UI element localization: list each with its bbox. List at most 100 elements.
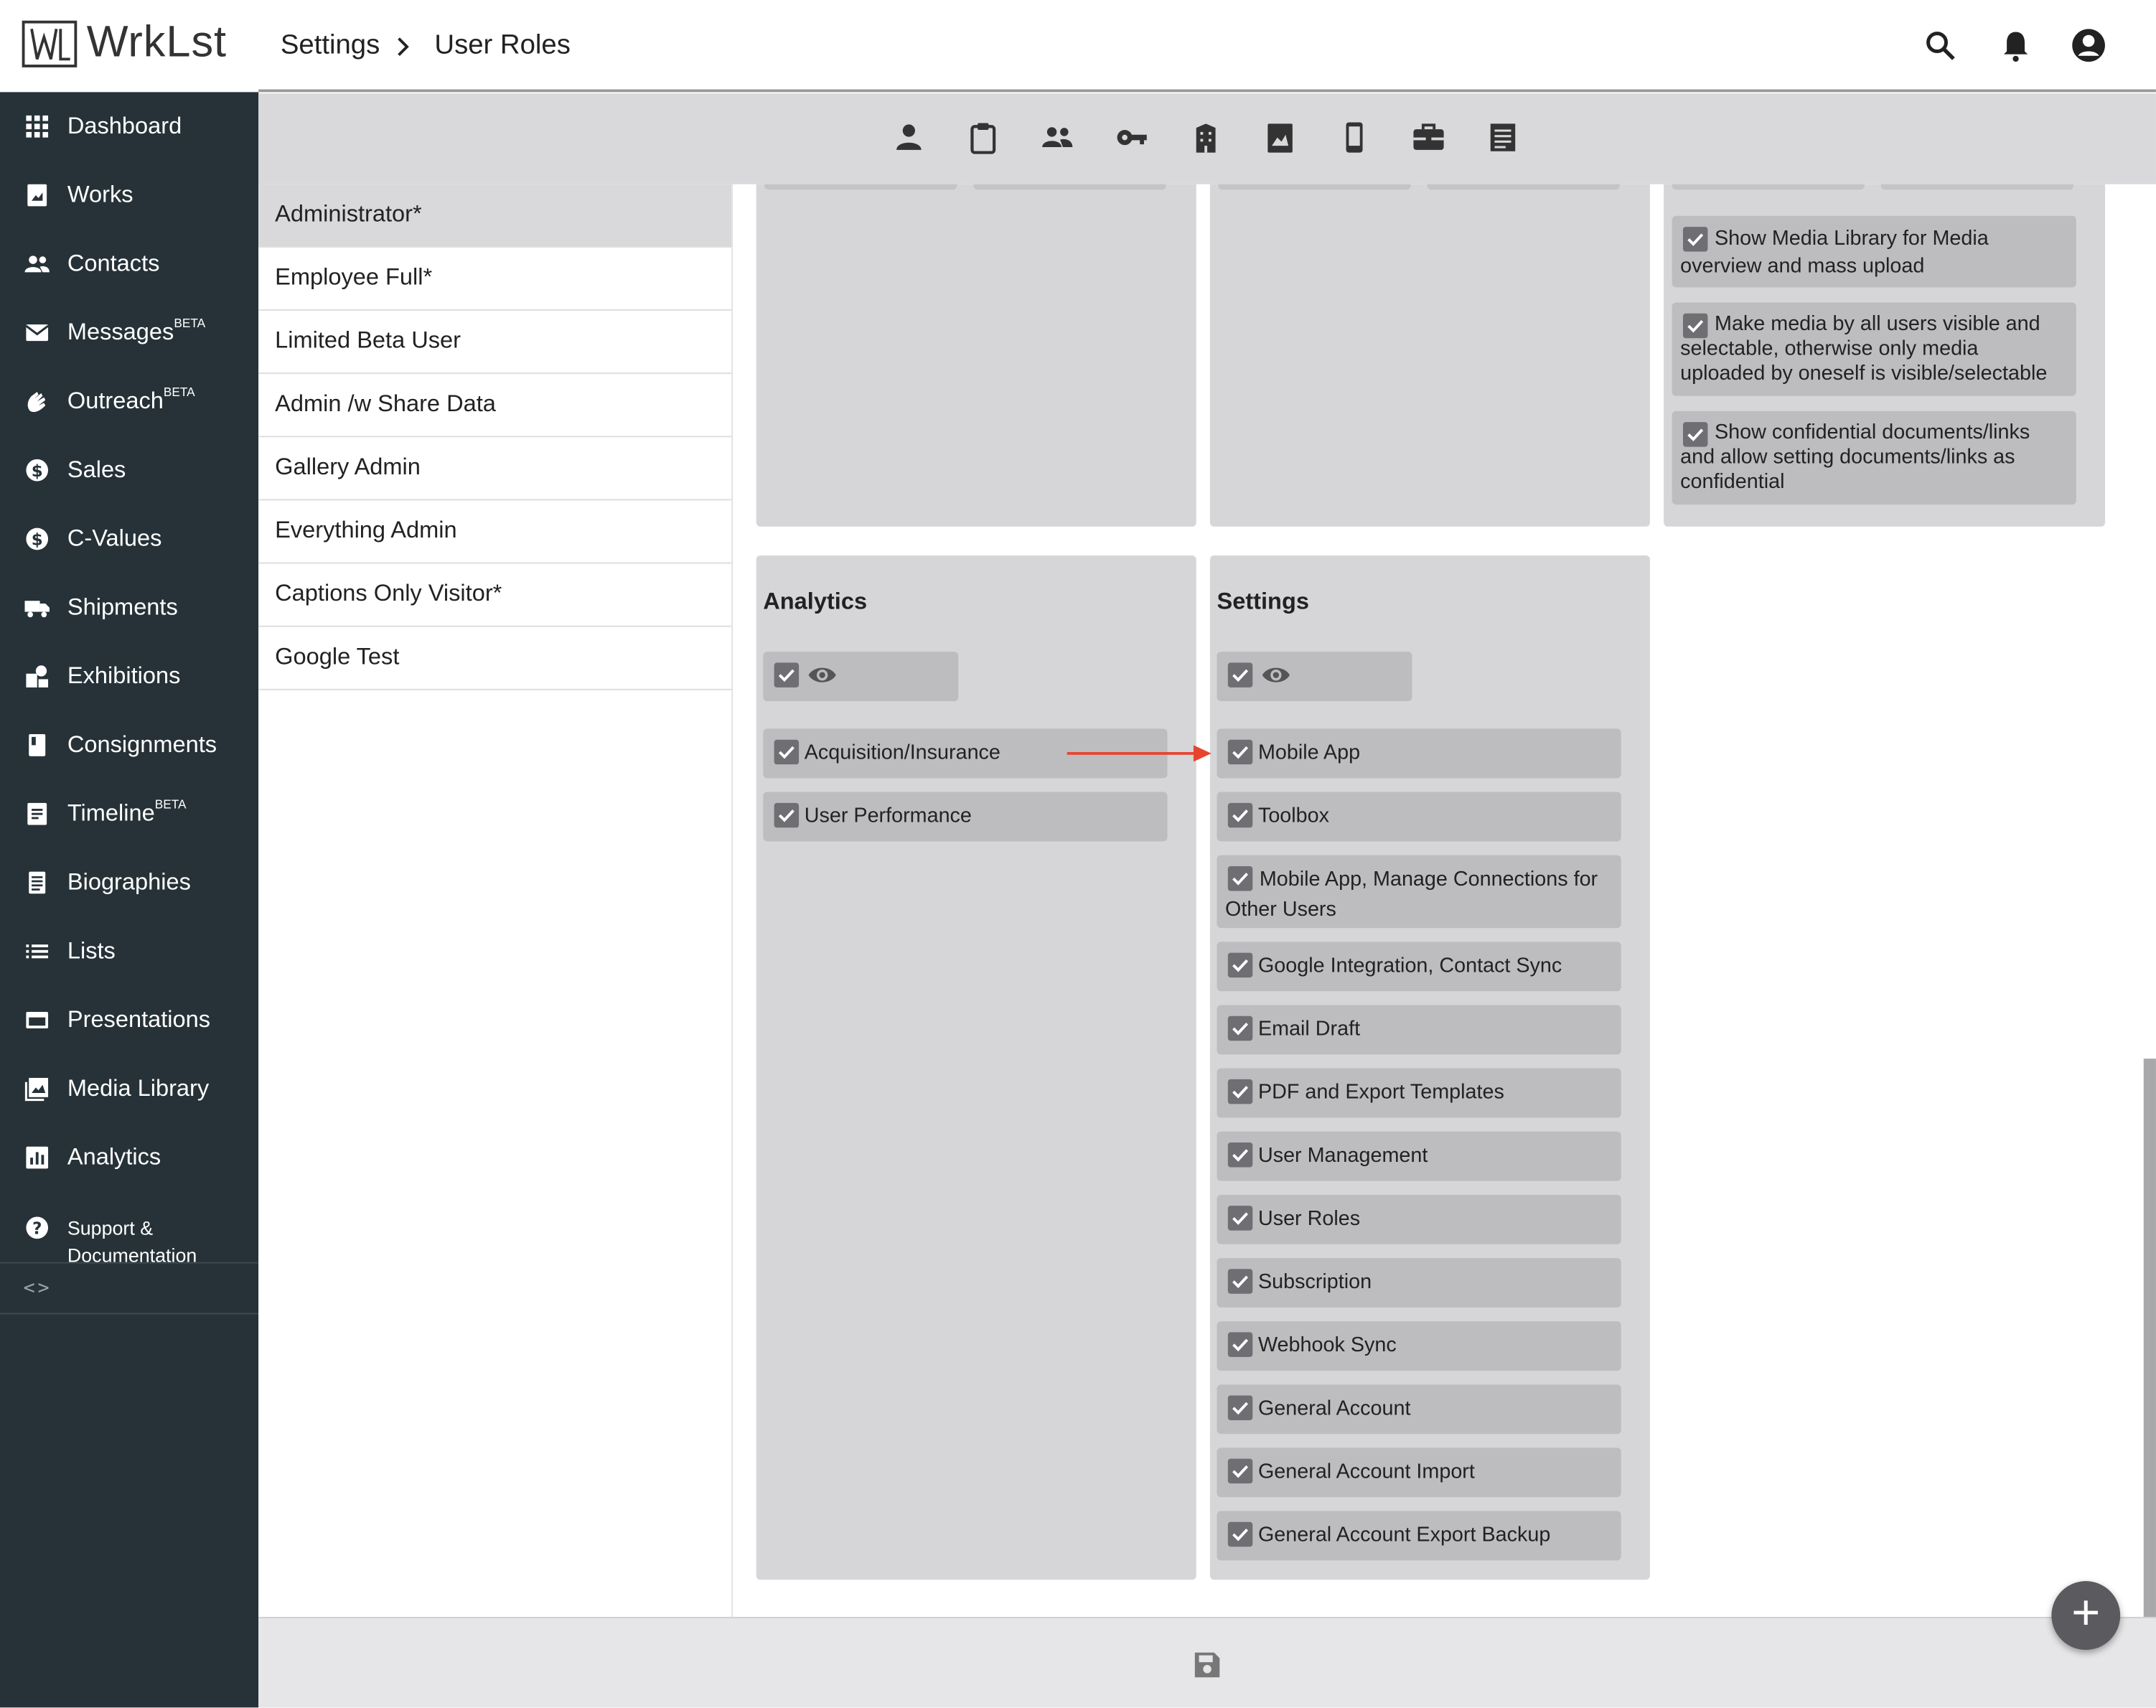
view-toggle-chip[interactable] xyxy=(763,652,959,702)
permission-chip[interactable]: Webhook Sync xyxy=(1217,1321,1621,1371)
person-icon[interactable] xyxy=(892,121,925,154)
sidebar-item-exhibitions[interactable]: Exhibitions xyxy=(0,642,258,711)
sidebar-item-sales[interactable]: $ Sales xyxy=(0,436,258,505)
sidebar-item-label: C-Values xyxy=(67,525,162,552)
check-icon xyxy=(1232,1402,1249,1415)
sidebar-item-timeline[interactable]: TimelineBETA xyxy=(0,779,258,848)
permission-chip[interactable]: User Roles xyxy=(1217,1194,1621,1244)
sidebar-item-analytics[interactable]: Analytics xyxy=(0,1123,258,1192)
checkbox[interactable] xyxy=(1227,1458,1253,1484)
permission-chip[interactable]: User Performance xyxy=(763,792,1168,842)
group-icon[interactable] xyxy=(1041,121,1074,154)
sidebar-item-c-values[interactable]: $ C-Values xyxy=(0,505,258,573)
sidebar-item-label: Sales xyxy=(67,456,126,483)
permission-chip[interactable]: Make media by all users visible and sele… xyxy=(1672,302,2076,396)
save-icon[interactable] xyxy=(1194,1651,1221,1679)
role-item[interactable]: Administrator* xyxy=(258,184,732,248)
checkbox[interactable] xyxy=(1227,1079,1253,1104)
role-item[interactable]: Gallery Admin xyxy=(258,437,732,501)
role-item[interactable]: Admin /w Share Data xyxy=(258,374,732,438)
checkbox[interactable] xyxy=(1227,1206,1253,1231)
sidebar-item-shipments[interactable]: Shipments xyxy=(0,573,258,642)
permission-chip[interactable]: Show confidential documents/links and al… xyxy=(1672,410,2076,505)
checkbox[interactable] xyxy=(1227,952,1253,978)
check-icon xyxy=(778,669,795,682)
permission-chip[interactable]: General Account xyxy=(1217,1384,1621,1435)
role-item[interactable]: Employee Full* xyxy=(258,248,732,311)
permission-chip[interactable]: User Management xyxy=(1217,1131,1621,1181)
sidebar-item-outreach[interactable]: OutreachBETA xyxy=(0,367,258,436)
sidebar-item-lists[interactable]: Lists xyxy=(0,917,258,986)
permission-chip[interactable]: Email Draft xyxy=(1217,1005,1621,1055)
checkbox[interactable] xyxy=(1227,1395,1253,1421)
roles-list: Administrator* Employee Full* Limited Be… xyxy=(258,184,733,1617)
chevron-right-icon xyxy=(398,37,409,56)
chip-stub xyxy=(1672,184,1865,190)
role-item[interactable]: Everything Admin xyxy=(258,500,732,564)
phone-icon[interactable] xyxy=(1338,121,1371,154)
bell-icon[interactable] xyxy=(1998,27,2034,63)
permission-chip[interactable]: Toolbox xyxy=(1217,792,1621,842)
role-item[interactable]: Captions Only Visitor* xyxy=(258,563,732,627)
scrollbar[interactable] xyxy=(2143,1059,2156,1623)
sidebar-item-media-library[interactable]: Media Library xyxy=(0,1054,258,1123)
sidebar-item-consignments[interactable]: Consignments xyxy=(0,710,258,779)
sidebar-item-dashboard[interactable]: Dashboard xyxy=(0,92,258,161)
role-item[interactable]: Limited Beta User xyxy=(258,311,732,375)
collapse-sidebar-icon[interactable]: <> xyxy=(24,1277,52,1300)
permission-chip[interactable]: Mobile App, Manage Connections for Other… xyxy=(1217,855,1621,929)
check-icon xyxy=(1232,669,1249,682)
checkbox[interactable] xyxy=(774,739,800,765)
permission-chip[interactable]: General Account Export Backup xyxy=(1217,1511,1621,1561)
checkbox[interactable] xyxy=(774,802,800,828)
building-icon[interactable] xyxy=(1189,121,1222,154)
sidebar-item-label: Dashboard xyxy=(67,113,182,139)
logo[interactable]: WrkLst xyxy=(0,0,259,94)
account-icon[interactable] xyxy=(2071,27,2106,63)
sidebar-item-messages[interactable]: MessagesBETA xyxy=(0,299,258,367)
sidebar-item-contacts[interactable]: Contacts xyxy=(0,230,258,299)
checkbox[interactable] xyxy=(1227,1142,1253,1168)
image-icon xyxy=(24,1077,49,1102)
analytics-title: Analytics xyxy=(763,588,868,615)
sidebar-item-label: Shipments xyxy=(67,593,178,621)
checkbox[interactable] xyxy=(1227,662,1253,688)
settings-section-toolbar xyxy=(258,93,2156,184)
permission-chip[interactable]: Subscription xyxy=(1217,1257,1621,1308)
checkbox[interactable] xyxy=(1227,1269,1253,1294)
check-icon xyxy=(1232,1149,1249,1162)
checkbox[interactable] xyxy=(1227,739,1253,765)
role-item[interactable]: Google Test xyxy=(258,627,732,690)
add-button[interactable]: + xyxy=(2051,1581,2121,1650)
permission-chip[interactable]: Mobile App xyxy=(1217,728,1621,779)
analytics-panel: Analytics Acquisition/Insurance User Per… xyxy=(756,555,1196,1580)
sidebar-item-label: TimelineBETA xyxy=(67,797,187,827)
checkbox[interactable] xyxy=(1227,1332,1253,1357)
sidebar-item-biographies[interactable]: Biographies xyxy=(0,848,258,917)
clipboard-icon[interactable] xyxy=(967,121,1000,154)
key-icon[interactable] xyxy=(1115,121,1148,154)
receipt-icon[interactable] xyxy=(1486,121,1519,154)
permission-chip[interactable]: Show Media Library for Media overview an… xyxy=(1672,215,2076,288)
view-toggle-chip[interactable] xyxy=(1217,652,1412,702)
sidebar-item-label: Biographies xyxy=(67,868,191,896)
sidebar-item-presentations[interactable]: Presentations xyxy=(0,986,258,1055)
checkbox[interactable] xyxy=(774,662,800,688)
permission-chip[interactable]: General Account Import xyxy=(1217,1447,1621,1498)
permission-chip[interactable]: Google Integration, Contact Sync xyxy=(1217,942,1621,992)
breadcrumb-root[interactable]: Settings xyxy=(281,30,380,62)
permission-chip[interactable]: PDF and Export Templates xyxy=(1217,1068,1621,1118)
help-icon: ? xyxy=(26,1216,49,1239)
top-bar: Settings User Roles xyxy=(258,0,2156,93)
check-icon xyxy=(1232,746,1249,759)
chip-stub xyxy=(973,184,1166,190)
sidebar: Dashboard Works Contacts MessagesBETA Ou… xyxy=(0,92,259,1708)
checkbox[interactable] xyxy=(1227,1015,1253,1041)
checkbox[interactable] xyxy=(1227,802,1253,828)
search-icon[interactable] xyxy=(1922,27,1958,63)
toolbox-icon[interactable] xyxy=(1412,121,1445,154)
mail-icon xyxy=(25,324,49,342)
sidebar-item-works[interactable]: Works xyxy=(0,161,258,230)
checkbox[interactable] xyxy=(1227,1521,1253,1547)
portrait-icon[interactable] xyxy=(1264,121,1297,154)
